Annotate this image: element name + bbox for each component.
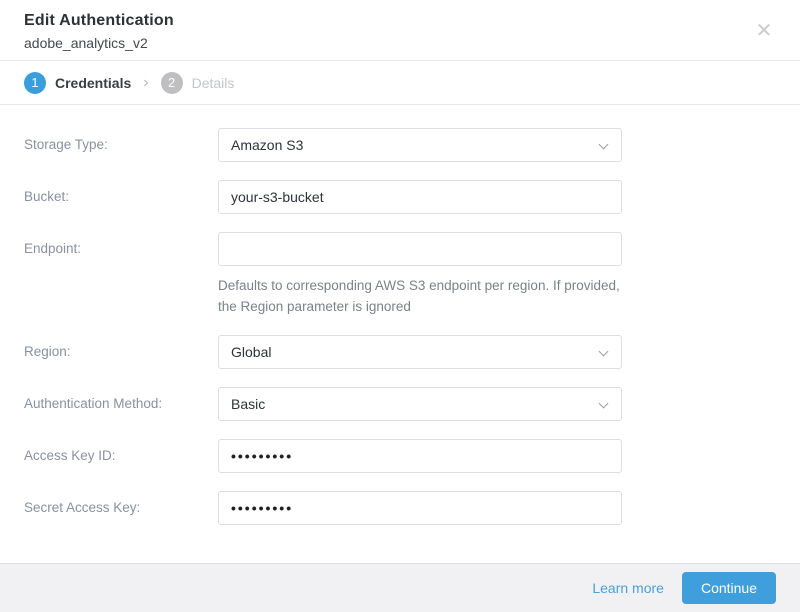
secret-access-key-field[interactable] <box>218 491 622 525</box>
modal-footer: Learn more Continue <box>0 563 800 612</box>
field-control: Basic <box>218 387 622 421</box>
form-row-secret-access-key: Secret Access Key: <box>24 491 776 525</box>
form-row-access-key-id: Access Key ID: <box>24 439 776 473</box>
field-label: Authentication Method: <box>24 396 163 411</box>
step-label: Credentials <box>55 74 132 91</box>
field-label: Region: <box>24 344 71 359</box>
field-label: Access Key ID: <box>24 448 116 463</box>
form-row-storage-type: Storage Type: Amazon S3 <box>24 128 776 162</box>
credentials-form: Storage Type: Amazon S3 Bucket: Endpoint… <box>0 105 800 563</box>
select-value: Global <box>231 344 272 360</box>
select-value: Amazon S3 <box>231 137 304 153</box>
step-credentials[interactable]: 1 Credentials <box>24 71 132 94</box>
region-select[interactable]: Global <box>218 335 622 369</box>
page-title: Edit Authentication <box>24 12 174 29</box>
select-value: Basic <box>231 396 266 412</box>
learn-more-link[interactable]: Learn more <box>592 580 664 596</box>
steps-bar: 1 Credentials › 2 Details <box>0 61 800 105</box>
field-label: Bucket: <box>24 189 70 204</box>
step-number-badge: 2 <box>160 71 183 94</box>
modal-header: Edit Authentication adobe_analytics_v2 ✕ <box>0 0 800 61</box>
field-label: Endpoint: <box>24 241 82 256</box>
connector-name: adobe_analytics_v2 <box>24 35 148 51</box>
field-control: Amazon S3 <box>218 128 622 162</box>
form-row-region: Region: Global <box>24 335 776 369</box>
endpoint-field[interactable] <box>218 232 622 266</box>
field-control: Defaults to corresponding AWS S3 endpoin… <box>218 232 622 317</box>
chevron-right-icon: › <box>143 73 149 91</box>
field-label: Secret Access Key: <box>24 500 141 515</box>
access-key-id-field[interactable] <box>218 439 622 473</box>
storage-type-select[interactable]: Amazon S3 <box>218 128 622 162</box>
step-label: Details <box>191 74 235 91</box>
field-helper-text: Defaults to corresponding AWS S3 endpoin… <box>218 278 620 314</box>
step-number-badge: 1 <box>24 71 46 94</box>
field-control <box>218 439 622 473</box>
authentication-method-select[interactable]: Basic <box>218 387 622 421</box>
step-details[interactable]: 2 Details <box>160 71 235 94</box>
continue-button[interactable]: Continue <box>681 572 776 604</box>
field-control <box>218 491 622 525</box>
bucket-field[interactable] <box>218 180 622 214</box>
field-label: Storage Type: <box>24 137 108 152</box>
form-row-endpoint: Endpoint: Defaults to corresponding AWS … <box>24 232 776 317</box>
form-row-bucket: Bucket: <box>24 180 776 214</box>
field-control: Global <box>218 335 622 369</box>
form-row-authentication-method: Authentication Method: Basic <box>24 387 776 421</box>
close-icon[interactable]: ✕ <box>752 19 776 43</box>
field-control <box>218 180 622 214</box>
